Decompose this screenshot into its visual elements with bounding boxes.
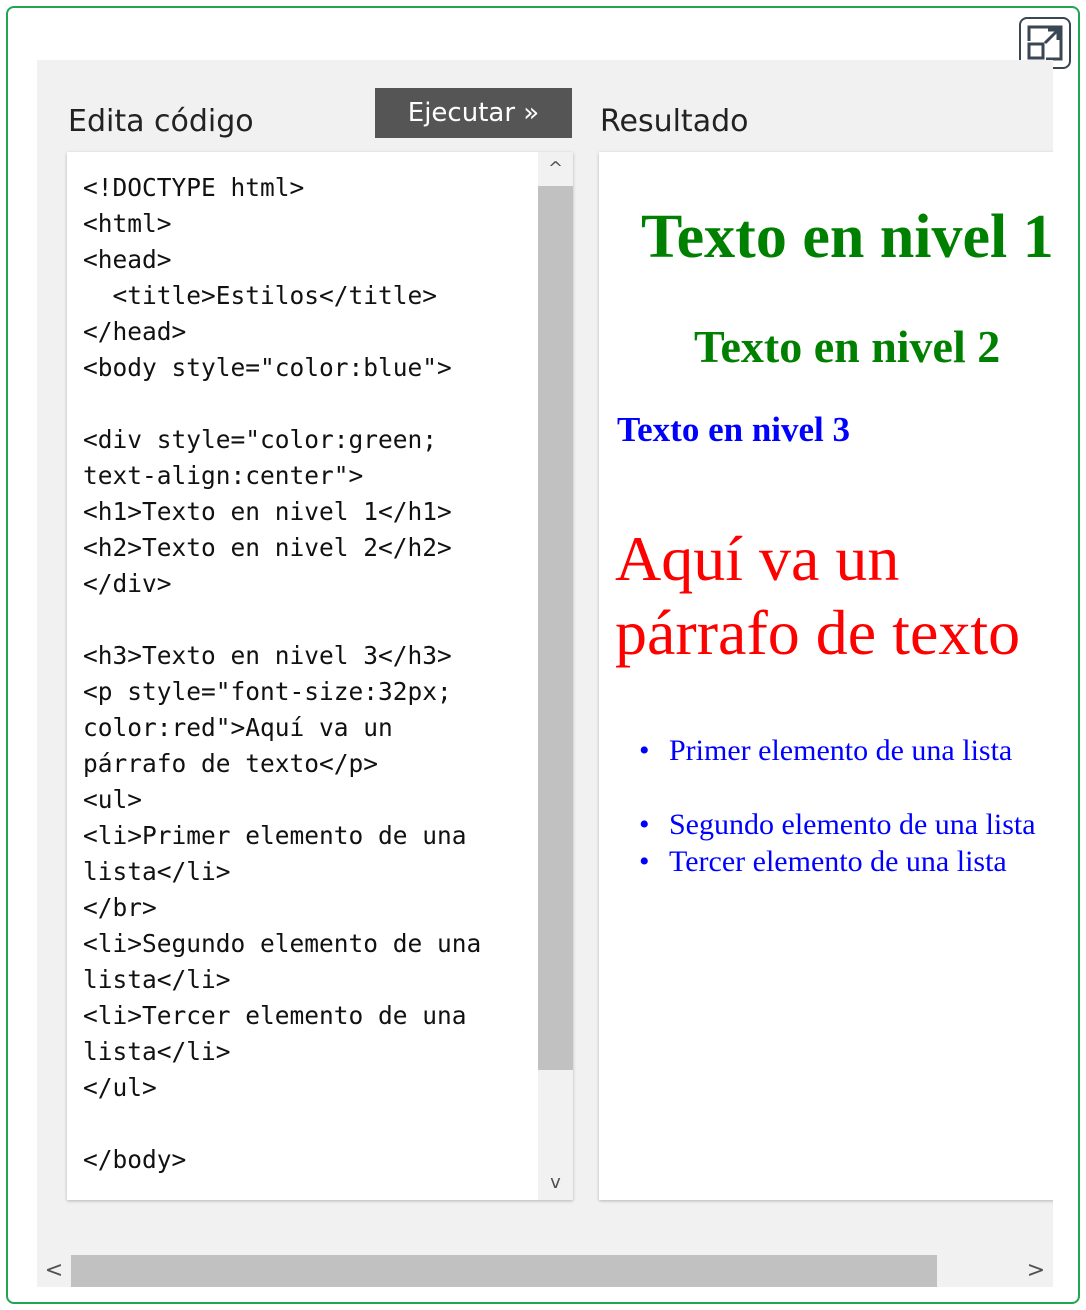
scroll-down-arrow-icon[interactable]: v — [538, 1166, 573, 1200]
result-heading-2: Texto en nivel 2 — [694, 321, 1001, 372]
horizontal-scrollbar[interactable]: < > — [37, 1255, 1053, 1287]
scroll-right-arrow-icon[interactable]: > — [1019, 1255, 1053, 1287]
result-list-item: Segundo elemento de una lista — [639, 808, 1036, 842]
result-label: Resultado — [600, 104, 749, 139]
code-editor-area: Edita código Ejecutar » Resultado <!DOCT… — [37, 60, 1053, 1255]
run-button[interactable]: Ejecutar » — [375, 88, 572, 138]
result-list-item: Tercer elemento de una lista — [639, 845, 1007, 879]
result-heading-1: Texto en nivel 1 — [641, 203, 1053, 271]
result-list-item: Primer elemento de una lista — [639, 734, 1012, 768]
code-scroll-thumb[interactable] — [538, 186, 573, 1070]
result-heading-3: Texto en nivel 3 — [617, 410, 851, 449]
scroll-up-arrow-icon[interactable]: ^ — [538, 152, 573, 186]
result-paragraph: Aquí va un párrafo de texto — [615, 523, 1021, 668]
scroll-left-arrow-icon[interactable]: < — [37, 1255, 71, 1287]
edit-code-label: Edita código — [68, 104, 254, 139]
code-textarea[interactable]: <!DOCTYPE html> <html> <head> <title>Est… — [83, 170, 533, 1178]
horizontal-scroll-thumb[interactable] — [71, 1255, 937, 1287]
code-vertical-scrollbar[interactable]: ^ v — [538, 152, 573, 1200]
code-editor[interactable]: <!DOCTYPE html> <html> <head> <title>Est… — [67, 152, 573, 1200]
result-preview: Texto en nivel 1 Texto en nivel 2 Texto … — [599, 152, 1053, 1200]
